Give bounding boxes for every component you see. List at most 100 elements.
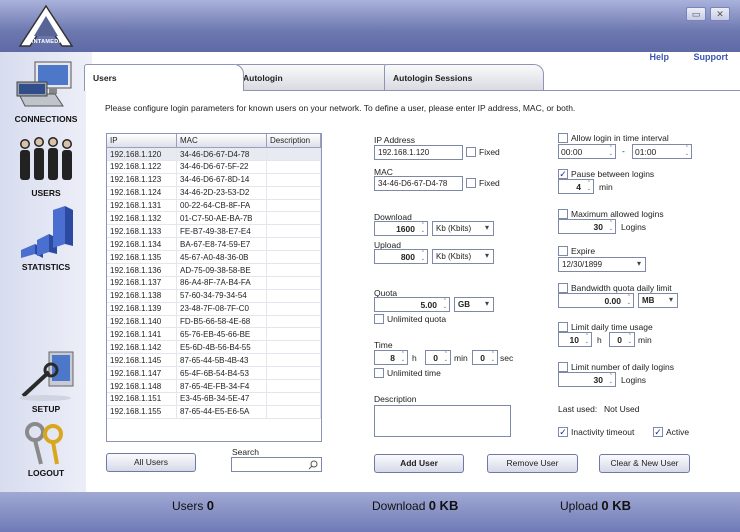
active-box: ✓ [653,427,663,437]
time-hours-stepper[interactable]: 8 [374,350,408,365]
table-row[interactable]: 192.168.1.135 45-67-A0-48-36-0B [107,251,321,265]
clear-new-user-button[interactable]: Clear & New User [599,454,690,473]
table-row[interactable]: 192.168.1.145 87-65-44-5B-4B-43 [107,354,321,368]
description-cell [267,367,321,380]
table-row[interactable]: 192.168.1.122 34-46-D6-67-5F-22 [107,160,321,174]
max-logins-stepper[interactable]: 30 [558,219,616,234]
tab-autologin-sessions[interactable]: Autologin Sessions [384,64,544,90]
mac-cell: 34-46-2D-23-53-D2 [177,186,267,199]
tab-autologin[interactable]: Autologin [234,64,394,90]
table-row[interactable]: 192.168.1.155 87-65-44-E5-E6-5A [107,405,321,419]
description-cell [267,160,321,173]
mac-input[interactable]: 34-46-D6-67-D4-78 [374,176,463,191]
allow-interval-checkbox[interactable]: Allow login in time interval [558,133,669,143]
remove-user-button[interactable]: Remove User [487,454,578,473]
statistics-icon [21,206,73,258]
table-row[interactable]: 192.168.1.132 01-C7-50-AE-BA-7B [107,212,321,226]
ip-cell: 192.168.1.151 [107,392,177,405]
description-input[interactable] [374,405,511,437]
quota-unit-value: GB [458,300,470,309]
bw-unit-value: MB [642,296,655,305]
search-input[interactable] [231,457,322,472]
table-row[interactable]: 192.168.1.123 34-46-D6-67-8D-14 [107,173,321,187]
bw-limit-box [558,283,568,293]
expire-date-picker[interactable]: 12/30/1899 ▾ [558,257,646,272]
upload-unit-select[interactable]: Kb (Kbits) ▾ [432,249,494,264]
close-button[interactable]: ✕ [710,7,730,21]
quota-stepper[interactable]: 5.00 [374,297,450,312]
expire-checkbox[interactable]: Expire [558,246,595,256]
users-stat-value: 0 [206,498,214,513]
inactivity-checkbox[interactable]: ✓ Inactivity timeout [558,427,634,437]
col-mac[interactable]: MAC [177,134,267,147]
table-row[interactable]: 192.168.1.141 65-76-EB-45-66-BE [107,328,321,342]
table-row[interactable]: 192.168.1.134 BA-67-E8-74-59-E7 [107,238,321,252]
ip-cell: 192.168.1.134 [107,238,177,251]
sidebar-item-connections[interactable]: CONNECTIONS [4,60,88,124]
sidebar-item-statistics[interactable]: STATISTICS [4,204,88,272]
daily-logins-stepper[interactable]: 30 [558,372,616,387]
max-logins-checkbox[interactable]: Maximum allowed logins [558,209,664,219]
table-row[interactable]: 192.168.1.139 23-48-7F-08-7F-C0 [107,302,321,316]
help-link[interactable]: Help [649,52,669,62]
ip-input[interactable]: 192.168.1.120 [374,145,463,160]
ip-cell: 192.168.1.145 [107,354,177,367]
pause-stepper[interactable]: 4 [558,179,594,194]
bw-limit-checkbox[interactable]: Bandwidth quota daily limit [558,283,672,293]
unlimited-quota-checkbox[interactable]: Unlimited quota [374,314,446,324]
table-row[interactable]: 192.168.1.138 57-60-34-79-34-54 [107,289,321,303]
sidebar-item-logout[interactable]: LOGOUT [4,422,88,478]
download-stepper[interactable]: 1600 [374,221,428,236]
minimize-button[interactable]: ▭ [686,7,706,21]
add-user-button[interactable]: Add User [374,454,464,473]
daily-logins-checkbox[interactable]: Limit number of daily logins [558,362,674,372]
ip-cell: 192.168.1.135 [107,251,177,264]
time-usage-checkbox[interactable]: Limit daily time usage [558,322,653,332]
active-checkbox[interactable]: ✓ Active [653,427,689,437]
tab-users[interactable]: Users [84,64,244,91]
description-cell [267,315,321,328]
table-row[interactable]: 192.168.1.148 87-65-4E-FB-34-F4 [107,380,321,393]
sidebar-item-setup[interactable]: SETUP [4,350,88,414]
bw-unit-select[interactable]: MB ▾ [638,293,678,308]
quota-unit-select[interactable]: GB ▾ [454,297,494,312]
table-row[interactable]: 192.168.1.120 34-46-D6-67-D4-78 [107,148,321,161]
table-row[interactable]: 192.168.1.124 34-46-2D-23-53-D2 [107,186,321,200]
description-cell [267,302,321,315]
download-unit-select[interactable]: Kb (Kbits) ▾ [432,221,494,236]
top-links: Help Support [627,52,728,62]
bw-limit-stepper[interactable]: 0.00 [558,293,634,308]
chevron-down-icon: ▾ [484,251,489,260]
time-min-stepper[interactable]: 0 [425,350,451,365]
table-row[interactable]: 192.168.1.147 65-4F-6B-54-B4-53 [107,367,321,381]
table-row[interactable]: 192.168.1.140 FD-B5-66-58-4E-68 [107,315,321,329]
interval-to-stepper[interactable]: 01:00 [632,144,692,159]
mac-fixed-label: Fixed [479,178,500,188]
unlimited-time-checkbox[interactable]: Unlimited time [374,368,441,378]
table-row[interactable]: 192.168.1.151 E3-45-6B-34-5E-47 [107,392,321,406]
table-row[interactable]: 192.168.1.133 FE-B7-49-38-E7-E4 [107,225,321,239]
ip-fixed-checkbox[interactable]: Fixed [466,147,500,157]
col-description[interactable]: Description [267,134,321,147]
upload-stat-label: Upload [560,499,599,513]
col-ip[interactable]: IP [107,134,177,147]
chevron-down-icon: ▾ [636,259,641,268]
upload-stepper[interactable]: 800 [374,249,428,264]
time-usage-min-stepper[interactable]: 0 [609,332,635,347]
table-row[interactable]: 192.168.1.142 E5-6D-4B-56-B4-55 [107,341,321,355]
interval-from-stepper[interactable]: 00:00 [558,144,616,159]
description-cell [267,199,321,212]
support-link[interactable]: Support [694,52,729,62]
mac-cell: BA-67-E8-74-59-E7 [177,238,267,251]
pause-checkbox[interactable]: ✓ Pause between logins [558,169,654,179]
inactivity-label: Inactivity timeout [571,427,635,437]
sidebar-item-users[interactable]: USERS [4,134,88,198]
mac-fixed-checkbox[interactable]: Fixed [466,178,500,188]
time-sec-stepper[interactable]: 0 [472,350,498,365]
all-users-button[interactable]: All Users [106,453,196,472]
time-usage-hours-stepper[interactable]: 10 [558,332,592,347]
setup-icon [19,351,74,401]
table-row[interactable]: 192.168.1.131 00-22-64-CB-8F-FA [107,199,321,213]
table-row[interactable]: 192.168.1.137 86-A4-8F-7A-B4-FA [107,276,321,290]
table-row[interactable]: 192.168.1.136 AD-75-09-38-58-BE [107,264,321,277]
